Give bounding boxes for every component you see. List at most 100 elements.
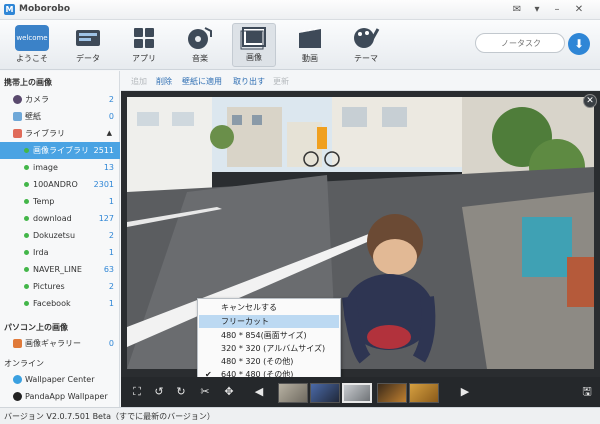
globe-icon — [13, 375, 22, 384]
sidebar-item-label: PandaApp Wallpaper — [25, 392, 108, 401]
sidebar-item-count: 2511 — [93, 146, 114, 155]
sidebar-item-pictures[interactable]: Pictures 2 — [0, 278, 120, 295]
rotate-left-icon[interactable]: ↺ — [152, 385, 166, 399]
sidebar-item-label: Wallpaper Center — [25, 375, 95, 384]
toolbar-label: 音楽 — [192, 54, 208, 63]
refresh-button[interactable]: 更新 — [273, 76, 289, 87]
menu-item-label: 480 * 854(画面サイズ) — [221, 331, 307, 340]
sidebar-item-image-library[interactable]: 画像ライブラリ 2511 — [0, 142, 120, 159]
toolbar-image-button[interactable]: 画像 — [232, 23, 276, 67]
toolbar-video-button[interactable]: 動画 — [288, 23, 332, 67]
menu-item-480x854[interactable]: 480 * 854(画面サイズ) — [199, 329, 339, 342]
menu-item-label: キャンセルする — [221, 303, 277, 312]
sidebar-item-count: 1 — [108, 299, 114, 308]
panda-icon — [13, 392, 22, 401]
sidebar-item-camera[interactable]: カメラ 2 — [0, 91, 120, 108]
thumbnail[interactable] — [377, 383, 407, 403]
folder-dot-icon — [24, 182, 29, 187]
thumbnail[interactable] — [310, 383, 340, 403]
set-wallpaper-button[interactable]: 壁紙に適用 — [182, 76, 222, 87]
rotate-right-icon[interactable]: ↻ — [174, 385, 188, 399]
save-icon[interactable]: 🖫 — [580, 385, 594, 399]
sidebar-item-label: Temp — [33, 197, 55, 206]
export-button[interactable]: 取り出す — [233, 76, 265, 87]
folder-dot-icon — [24, 301, 29, 306]
sidebar-item-label: Pictures — [33, 282, 65, 291]
toolbar-welcome-button[interactable]: welcome ようこそ — [10, 23, 54, 67]
prev-arrow-icon[interactable]: ◀ — [252, 385, 266, 399]
toolbar-apps-button[interactable]: アプリ — [122, 23, 166, 67]
move-icon[interactable]: ✥ — [222, 385, 236, 399]
add-button[interactable]: 追加 — [131, 76, 147, 87]
data-icon — [71, 25, 105, 51]
sidebar-item-naver-line[interactable]: NAVER_LINE 63 — [0, 261, 120, 278]
next-arrow-icon[interactable]: ▶ — [458, 385, 472, 399]
search-box[interactable] — [475, 33, 565, 53]
sidebar-item-dokuzetsu[interactable]: Dokuzetsu 2 — [0, 227, 120, 244]
menu-icon[interactable]: ▾ — [530, 3, 544, 16]
toolbar-music-button[interactable]: 音楽 — [178, 23, 222, 67]
minimize-icon[interactable]: – — [550, 3, 564, 16]
menu-item-label: フリーカット — [221, 317, 269, 326]
sidebar-section-online: オンライン — [4, 359, 44, 368]
crop-icon[interactable]: ✂ — [198, 385, 212, 399]
toolbar-label: 動画 — [302, 54, 318, 63]
menu-item-cancel[interactable]: キャンセルする — [199, 301, 339, 314]
sidebar-item-100andro[interactable]: 100ANDRO 2301 — [0, 176, 120, 193]
sidebar-item-label: 画像ギャラリー — [25, 339, 81, 348]
apps-icon — [127, 25, 161, 51]
sidebar-item-irda[interactable]: Irda 1 — [0, 244, 120, 261]
toolbar-theme-button[interactable]: テーマ — [344, 23, 388, 67]
library-icon — [13, 129, 22, 138]
sidebar-item-wallpaper-center[interactable]: Wallpaper Center — [0, 371, 120, 388]
sidebar: 携帯上の画像 カメラ 2 壁紙 0 ライブラリ ▲ 画像ライブラリ 2511 i… — [0, 71, 120, 407]
toolbar-label: アプリ — [132, 54, 156, 63]
app-title: Moborobo — [19, 4, 71, 14]
crop-size-menu: キャンセルする フリーカット 480 * 854(画面サイズ) 320 * 32… — [197, 298, 341, 383]
close-icon[interactable]: ✕ — [572, 3, 586, 16]
toolbar-label: ようこそ — [16, 54, 48, 63]
sidebar-item-count: 0 — [108, 339, 114, 348]
sidebar-item-count: 127 — [98, 214, 114, 223]
sidebar-item-count: 2 — [108, 282, 114, 291]
menu-item-320x320[interactable]: 320 * 320 (アルバムサイズ) — [199, 342, 339, 355]
thumbnail-strip: ⛶ ↺ ↻ ✂ ✥ ◀ ▶ 🖫 — [121, 377, 600, 407]
sidebar-item-count: 63 — [103, 265, 114, 274]
sidebar-item-wallpaper[interactable]: 壁紙 0 — [0, 108, 120, 125]
menu-item-480x320[interactable]: 480 * 320 (その他) — [199, 355, 339, 368]
sidebar-item-label: 画像ライブラリ — [33, 146, 89, 155]
folder-dot-icon — [24, 250, 29, 255]
folder-dot-icon — [24, 284, 29, 289]
thumbnail-selected[interactable] — [342, 383, 372, 403]
sidebar-item-count: 1 — [108, 197, 114, 206]
camera-icon — [13, 95, 22, 104]
sidebar-item-image[interactable]: image 13 — [0, 159, 120, 176]
message-icon[interactable]: ✉ — [510, 3, 524, 16]
fit-icon[interactable]: ⛶ — [130, 385, 144, 399]
menu-item-label: 320 * 320 (アルバムサイズ) — [221, 344, 326, 353]
download-icon[interactable]: ⬇ — [568, 33, 590, 55]
menu-item-free-cut[interactable]: フリーカット — [199, 315, 339, 328]
sidebar-item-pandaapp-wallpaper[interactable]: PandaApp Wallpaper — [0, 388, 120, 405]
folder-dot-icon — [24, 216, 29, 221]
sidebar-item-facebook[interactable]: Facebook 1 — [0, 295, 120, 312]
search-input[interactable] — [482, 37, 560, 50]
sidebar-item-download[interactable]: download 127 — [0, 210, 120, 227]
photo-preview-area — [121, 91, 600, 377]
image-icon — [237, 26, 271, 52]
sidebar-item-label: Irda — [33, 248, 49, 257]
sidebar-item-gallery[interactable]: 画像ギャラリー 0 — [0, 335, 120, 352]
thumbnail[interactable] — [278, 383, 308, 403]
title-bar: M Moborobo ✉ ▾ – ✕ — [0, 0, 600, 20]
folder-dot-icon — [24, 148, 29, 153]
close-preview-icon[interactable]: ✕ — [583, 94, 597, 108]
toolbar-data-button[interactable]: データ — [66, 23, 110, 67]
thumbnail[interactable] — [409, 383, 439, 403]
sidebar-item-count: 0 — [108, 112, 114, 121]
folder-dot-icon — [24, 165, 29, 170]
sidebar-item-library[interactable]: ライブラリ ▲ — [0, 125, 120, 142]
collapse-caret-icon[interactable]: ▲ — [107, 125, 112, 142]
sidebar-item-temp[interactable]: Temp 1 — [0, 193, 120, 210]
delete-button[interactable]: 削除 — [156, 76, 172, 87]
sidebar-item-count: 1 — [108, 248, 114, 257]
